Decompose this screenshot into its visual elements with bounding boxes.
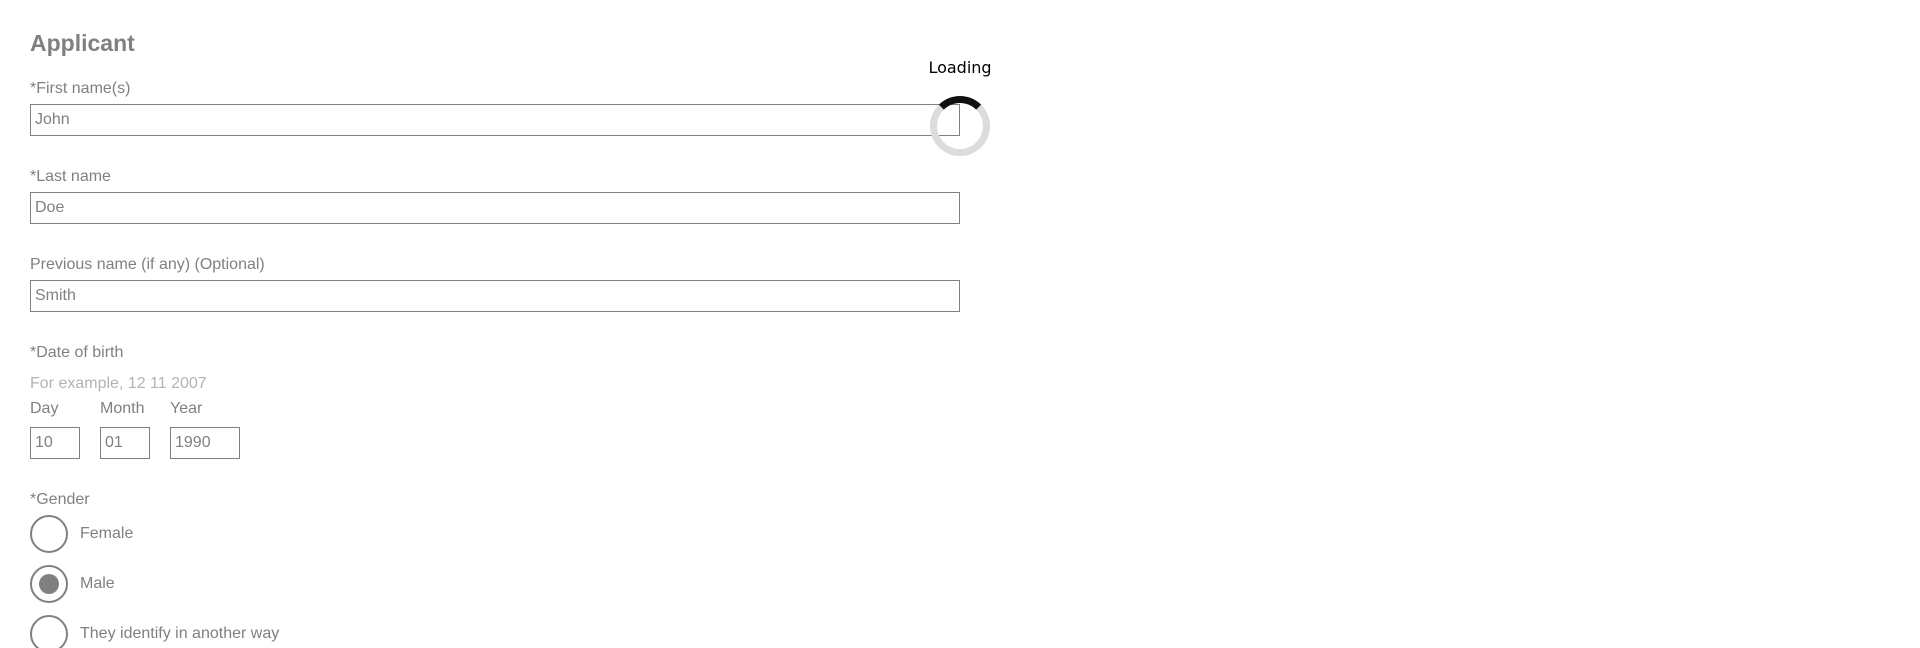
date-of-birth-group: Day Month Year — [30, 400, 260, 459]
gender-option-label: They identify in another way — [80, 625, 280, 642]
spinner-icon — [930, 96, 990, 156]
loading-text: Loading — [928, 58, 992, 77]
previous-name-label: Previous name (if any) (Optional) — [30, 256, 265, 273]
section-title: Applicant — [30, 30, 135, 56]
gender-option-female[interactable]: Female — [30, 514, 133, 554]
first-name-input[interactable] — [30, 104, 960, 136]
month-label: Month — [100, 400, 145, 417]
year-label: Year — [170, 400, 203, 417]
radio-button[interactable] — [30, 565, 68, 603]
year-input[interactable] — [170, 427, 240, 459]
last-name-label: *Last name — [30, 168, 111, 185]
radio-selected-dot — [39, 574, 59, 594]
gender-label: *Gender — [30, 491, 90, 508]
radio-button[interactable] — [30, 615, 68, 648]
last-name-input[interactable] — [30, 192, 960, 224]
page: Applicant *First name(s) *Last name Prev… — [0, 0, 1920, 648]
month-field: Month — [100, 400, 150, 459]
gender-option-label: Female — [80, 525, 134, 542]
gender-option-other[interactable]: They identify in another way — [30, 614, 279, 648]
date-of-birth-hint: For example, 12 11 2007 — [30, 375, 207, 392]
previous-name-input[interactable] — [30, 280, 960, 312]
first-name-label: *First name(s) — [30, 80, 131, 97]
date-of-birth-label: *Date of birth — [30, 344, 124, 361]
gender-option-male[interactable]: Male — [30, 564, 115, 604]
gender-option-label: Male — [80, 575, 115, 592]
radio-button[interactable] — [30, 515, 68, 553]
day-label: Day — [30, 400, 59, 417]
year-field: Year — [170, 400, 240, 459]
month-input[interactable] — [100, 427, 150, 459]
day-field: Day — [30, 400, 80, 459]
loading-indicator: Loading — [920, 58, 1000, 156]
day-input[interactable] — [30, 427, 80, 459]
